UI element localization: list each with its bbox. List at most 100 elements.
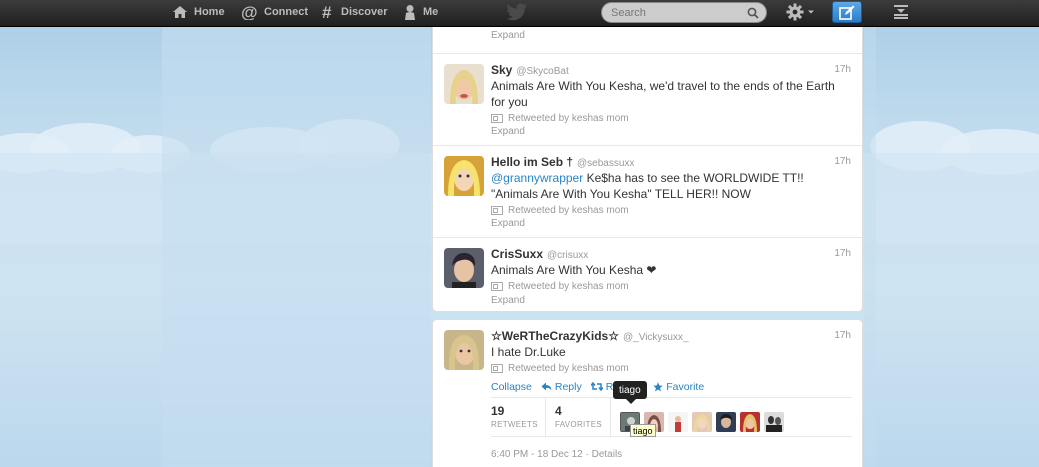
retweet-icon	[590, 382, 603, 391]
search-icon[interactable]	[747, 7, 759, 19]
retweeter-avatar[interactable]	[764, 411, 784, 432]
avatar[interactable]	[444, 330, 484, 370]
expand-link[interactable]: Expand	[491, 218, 850, 232]
retweet-context: Retweeted by keshas mom	[491, 362, 850, 376]
retweeter-tooltip: tiago	[613, 381, 647, 404]
tweet-username[interactable]: @SkycoBat	[516, 66, 568, 77]
reply-icon	[541, 382, 552, 391]
gear-icon	[786, 3, 804, 21]
compose-tweet-button[interactable]	[832, 1, 862, 23]
retweet-context-icon	[491, 205, 503, 215]
settings-menu[interactable]	[786, 3, 815, 21]
retweets-label: RETWEETS	[491, 420, 538, 429]
retweets-stat[interactable]: 19 RETWEETS	[491, 398, 546, 436]
retweeter-avatar[interactable]	[692, 411, 712, 432]
svg-text:#: #	[322, 4, 332, 20]
nav-home-label: Home	[194, 6, 225, 18]
favorites-count: 4	[555, 404, 562, 418]
person-icon	[405, 5, 415, 20]
tweet-username[interactable]: @crisuxx	[547, 250, 588, 261]
retweet-context-icon	[491, 364, 503, 373]
tweet-item[interactable]: 17h CrisSuxx @crisuxx Animals Are With Y…	[433, 238, 862, 314]
star-icon	[653, 381, 663, 391]
retweeter-avatar[interactable]	[668, 411, 688, 432]
retweeted-by[interactable]: Retweeted by keshas mom	[508, 363, 629, 374]
tweet-time[interactable]: 17h	[834, 156, 851, 167]
tweet-item[interactable]: 17h Sky @SkycoBat Animals Are With You K…	[433, 54, 862, 146]
expanded-tweet: 17h ☆WeRTheCrazyKids☆ @_Vickysuxx_ I hat…	[432, 319, 863, 467]
tweet-item[interactable]: 17h ☆WeRTheCrazyKids☆ @_Vickysuxx_ I hat…	[433, 320, 862, 467]
retweet-context-icon	[491, 282, 503, 291]
twitter-bird-icon[interactable]	[506, 3, 528, 21]
reply-button[interactable]: Reply	[541, 381, 582, 393]
favorites-label: FAVORITES	[555, 420, 603, 429]
collapse-label: Collapse	[491, 380, 532, 393]
top-navigation-bar: Home @ Connect # Discover Me	[0, 0, 1039, 27]
avatar[interactable]	[444, 64, 484, 104]
tweet-header: Sky @SkycoBat	[491, 63, 850, 79]
retweeted-by[interactable]: Retweeted by keshas mom	[508, 205, 629, 216]
at-icon: @	[241, 4, 258, 20]
retweeted-by[interactable]: Retweeted by keshas mom	[508, 113, 629, 124]
nav-connect-label: Connect	[264, 6, 308, 18]
avatar[interactable]	[444, 156, 484, 196]
tweet-actions: Collapse Reply Retweet Favorite	[491, 379, 850, 395]
nav-discover-label: Discover	[341, 6, 388, 18]
tweet-text: Animals Are With You Kesha, we'd travel …	[491, 79, 835, 109]
tweet-date-details[interactable]: 6:40 PM - 18 Dec 12 · Details	[491, 449, 622, 460]
tweet-time[interactable]: 17h	[834, 248, 851, 259]
tweet-time[interactable]: 17h	[834, 330, 851, 341]
tweet-stream: Expand 17h Sky @SkycoBat Animals Are Wit…	[432, 27, 863, 312]
left-panel	[162, 27, 431, 467]
tweet-item[interactable]: 17h Hello im Seb † @sebassuxx @grannywra…	[433, 146, 862, 238]
retweet-context-icon	[491, 113, 503, 123]
chevron-down-icon	[808, 10, 814, 14]
favorite-button[interactable]: Favorite	[653, 381, 704, 393]
hash-icon: #	[322, 4, 332, 20]
retweet-context: Retweeted by keshas mom	[491, 111, 850, 125]
collapse-all-icon[interactable]	[893, 5, 909, 19]
retweeter-avatar[interactable]	[740, 411, 760, 432]
retweeted-by[interactable]: Retweeted by keshas mom	[508, 281, 629, 292]
tweet-fullname[interactable]: ☆WeRTheCrazyKids☆	[491, 329, 619, 343]
retweet-context: Retweeted by keshas mom	[491, 280, 850, 294]
favorite-label: Favorite	[666, 380, 705, 393]
tweet-header: ☆WeRTheCrazyKids☆ @_Vickysuxx_	[491, 329, 850, 345]
tweet-text: Animals Are With You Kesha ❤	[491, 263, 657, 277]
avatar[interactable]	[444, 248, 484, 288]
favorites-stat[interactable]: 4 FAVORITES	[546, 398, 611, 436]
svg-text:@: @	[241, 4, 258, 20]
tweet-username[interactable]: @_Vickysuxx_	[623, 332, 689, 343]
home-icon	[173, 6, 187, 18]
retweeter-avatar[interactable]	[716, 411, 736, 432]
nav-connect[interactable]: @ Connect	[241, 0, 308, 24]
tweet-username[interactable]: @sebassuxx	[577, 158, 634, 169]
search-input[interactable]	[611, 6, 746, 19]
tweet-fullname[interactable]: Hello im Seb †	[491, 155, 573, 169]
nav-home[interactable]: Home	[172, 0, 225, 24]
tweet-header: CrisSuxx @crisuxx	[491, 247, 850, 263]
tweet-text: I hate Dr.Luke	[491, 345, 566, 359]
nav-discover[interactable]: # Discover	[322, 0, 387, 24]
tweet-fullname[interactable]: Sky	[491, 63, 512, 77]
expand-link[interactable]: Expand	[491, 295, 850, 309]
tweet-time[interactable]: 17h	[834, 64, 851, 75]
tweet-fullname[interactable]: CrisSuxx	[491, 247, 543, 261]
expand-link[interactable]: Expand	[491, 126, 850, 140]
tweet-text: @grannywrapper Ke$ha has to see the WORL…	[491, 171, 850, 202]
retweets-count: 19	[491, 404, 505, 418]
expand-link[interactable]: Expand	[491, 30, 850, 44]
native-title-tooltip: tiago	[630, 424, 656, 437]
reply-label: Reply	[554, 380, 582, 393]
right-panel	[864, 27, 876, 467]
collapse-link[interactable]: Collapse	[491, 381, 532, 393]
search-box[interactable]	[601, 2, 767, 23]
compose-icon	[839, 5, 855, 20]
tweet-item-partial[interactable]: Expand	[433, 30, 862, 54]
tweet-header: Hello im Seb † @sebassuxx	[491, 155, 850, 171]
tweet-stats: 19 RETWEETS 4 FAVORITES	[491, 397, 852, 437]
retweet-context: Retweeted by keshas mom	[491, 203, 850, 217]
nav-me[interactable]: Me	[403, 0, 438, 24]
nav-me-label: Me	[423, 6, 439, 18]
mention-link[interactable]: @grannywrapper	[491, 171, 583, 185]
